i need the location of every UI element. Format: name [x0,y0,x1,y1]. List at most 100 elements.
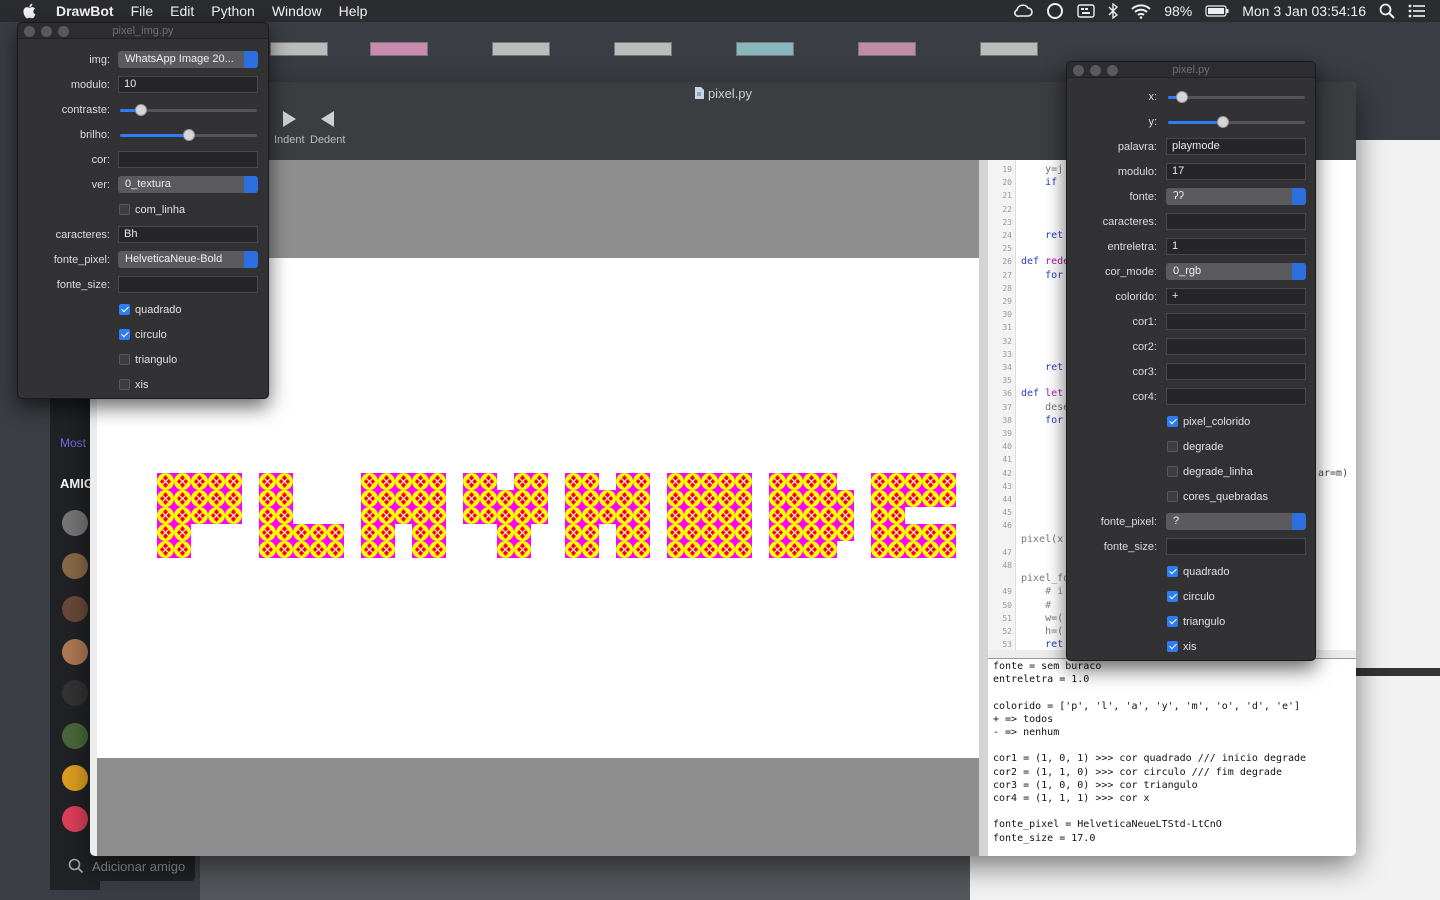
quadrado-checkbox[interactable] [119,304,130,315]
fonte-pixel-value: HelveticaNeue-Bold [125,253,223,265]
brilho-slider[interactable] [120,129,257,141]
apple-icon[interactable] [20,3,38,19]
avatar[interactable] [62,639,88,665]
circulo-checkbox[interactable] [119,329,130,340]
keyboard-icon[interactable] [1077,4,1095,18]
avatar[interactable] [62,806,88,832]
bluetooth-icon[interactable] [1108,3,1119,19]
slider-knob[interactable] [182,129,195,141]
ver-label: ver: [91,179,110,191]
pixel-colorido-label: pixel_colorido [1183,416,1251,428]
cor2-field[interactable] [1166,338,1306,355]
palavra-field[interactable]: playmode [1166,138,1306,155]
close-button[interactable] [1073,65,1084,76]
menu-edit[interactable]: Edit [170,3,194,19]
notification-center-icon[interactable] [1408,4,1426,18]
modulo-field[interactable]: 10 [118,76,258,93]
python-file-icon [694,87,704,99]
xis-checkbox[interactable] [119,379,130,390]
pane-splitter[interactable] [979,160,988,856]
indent-button[interactable]: Indent [274,110,305,146]
avatar[interactable] [62,553,88,579]
triangulo-checkbox[interactable] [119,354,130,365]
spotlight-search-icon[interactable] [1379,3,1395,19]
battery-icon[interactable] [1205,5,1229,17]
chevron-updown-icon [244,51,258,68]
degrade-checkbox[interactable] [1167,441,1178,452]
degrade-linha-label: degrade_linha [1183,466,1253,478]
cor1-label: cor1: [1132,316,1157,328]
pixel-colorido-checkbox[interactable] [1167,416,1178,427]
menu-app-name[interactable]: DrawBot [56,3,114,19]
fonte-pixel-select[interactable]: ? [1166,513,1306,530]
minimize-button[interactable] [41,26,52,37]
battery-percent[interactable]: 98% [1164,3,1192,19]
avatar[interactable] [62,765,88,791]
fonte-size-field[interactable] [1166,538,1306,555]
cor1-field[interactable] [1166,313,1306,330]
quadrado-label: quadrado [1183,566,1230,578]
fonte-size-field[interactable] [118,276,258,293]
cores-quebradas-checkbox[interactable] [1167,491,1178,502]
menu-python[interactable]: Python [211,3,255,19]
dedent-icon [320,111,334,127]
close-button[interactable] [24,26,35,37]
caracteres-field[interactable] [1166,213,1306,230]
zoom-button[interactable] [1107,65,1118,76]
quadrado-checkbox[interactable] [1167,566,1178,577]
window-title-text: pixel.py [707,86,753,101]
fonte-select[interactable]: ʔʔ [1166,188,1306,205]
avatar[interactable] [62,510,88,536]
line-number: 41 [1002,455,1012,465]
dedent-button[interactable]: Dedent [310,110,345,146]
entreletra-label: entreletra: [1107,241,1157,253]
line-number: 35 [1002,376,1012,386]
cor-field[interactable] [118,151,258,168]
line-number: 25 [1002,244,1012,254]
panel-titlebar: pixel_img.py [18,23,268,39]
modulo-field[interactable]: 17 [1166,163,1306,180]
menu-help[interactable]: Help [339,3,368,19]
cor-mode-label: cor_mode: [1105,266,1157,278]
degrade-linha-checkbox[interactable] [1167,466,1178,477]
zoom-button[interactable] [58,26,69,37]
circulo-checkbox[interactable] [1167,591,1178,602]
contraste-slider[interactable] [120,104,257,116]
menu-window[interactable]: Window [272,3,322,19]
img-select[interactable]: WhatsApp Image 20... [118,51,258,68]
slider-knob[interactable] [1175,91,1188,103]
panel-title: pixel.py [1172,64,1210,76]
creative-cloud-icon[interactable] [1013,4,1033,18]
slider-knob[interactable] [1216,116,1229,128]
circle-status-icon[interactable] [1046,2,1064,20]
line-number: 49 [1002,587,1012,597]
x-slider[interactable] [1168,91,1305,103]
avatar[interactable] [62,723,88,749]
xis-label: xis [1183,641,1197,653]
clock[interactable]: Mon 3 Jan 03:54:16 [1242,3,1366,19]
output-console[interactable]: fonte = sem buraco entreletra = 1.0 colori… [988,658,1356,856]
cor3-field[interactable] [1166,363,1306,380]
com-linha-checkbox[interactable] [119,204,130,215]
output-line: cor3 = (1, 0, 0) >>> cor triangulo [993,779,1198,791]
fonte-pixel-select[interactable]: HelveticaNeue-Bold [118,251,258,268]
caracteres-field[interactable]: Bh [118,226,258,243]
cor4-field[interactable] [1166,388,1306,405]
wifi-icon[interactable] [1131,3,1151,19]
ver-select[interactable]: 0_textura [118,176,258,193]
triangulo-checkbox[interactable] [1167,616,1178,627]
minimize-button[interactable] [1090,65,1101,76]
colorido-field[interactable]: + [1166,288,1306,305]
cor-mode-select[interactable]: 0_rgb [1166,263,1306,280]
slider-knob[interactable] [134,104,147,116]
quadrado-label: quadrado [135,304,182,316]
xis-checkbox[interactable] [1167,641,1178,652]
avatar[interactable] [62,680,88,706]
circulo-label: circulo [135,329,167,341]
entreletra-field[interactable]: 1 [1166,238,1306,255]
menu-file[interactable]: File [131,3,154,19]
y-slider[interactable] [1168,116,1305,128]
avatar[interactable] [62,596,88,622]
pixel-letter-l [259,473,344,558]
line-number: 20 [1002,178,1012,188]
